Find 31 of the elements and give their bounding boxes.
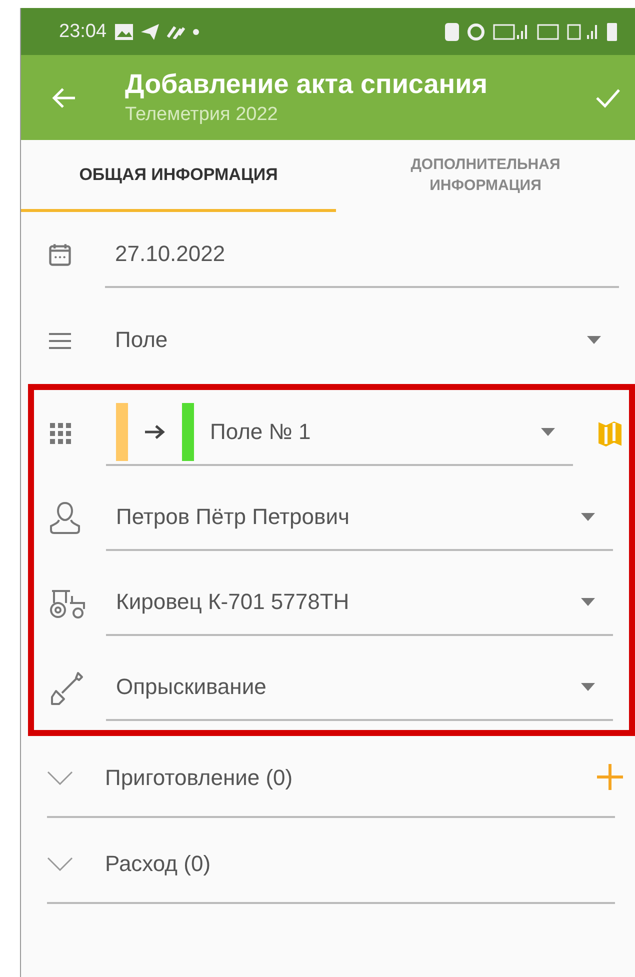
battery-icon	[607, 22, 617, 40]
person-icon	[48, 500, 82, 536]
grid-icon	[48, 420, 72, 444]
back-arrow-icon[interactable]	[51, 86, 77, 110]
section-title: Расход (0)	[105, 851, 211, 877]
arrow-icon	[144, 424, 166, 440]
tab[interactable]: ОБЩАЯ ИНФОРМАЦИЯ	[21, 140, 336, 212]
dropdown-caret-icon	[581, 512, 595, 520]
dropdown-caret-icon	[581, 598, 595, 606]
map-icon[interactable]	[597, 418, 623, 446]
screen-title: Добавление акта списания	[125, 69, 488, 100]
dropdown-field[interactable]: Опрыскивание	[106, 654, 613, 720]
dropdown-field[interactable]: Поле № 1	[106, 400, 573, 466]
dropdown-field[interactable]: Кировец К-701 5778ТН	[106, 570, 613, 636]
dropdown-field[interactable]: Поле	[105, 308, 619, 374]
menu-icon	[47, 331, 73, 351]
chevron-down-icon[interactable]	[47, 771, 73, 785]
dropdown-caret-icon	[587, 336, 601, 344]
chevron-down-icon[interactable]	[47, 857, 73, 871]
dropdown-caret-icon	[541, 428, 555, 436]
dot-icon	[192, 28, 199, 34]
image-icon	[114, 24, 133, 40]
dropdown-field[interactable]: Петров Пётр Петрович	[106, 484, 613, 550]
section-title: Приготовление (0)	[105, 765, 293, 791]
calendar-icon	[47, 242, 73, 268]
send-icon	[140, 24, 159, 40]
dropdown-caret-icon	[581, 682, 595, 690]
date-field[interactable]: 27.10.2022	[105, 222, 619, 288]
screen-subtitle: Телеметрия 2022	[125, 104, 279, 126]
status-time: 23:04	[59, 20, 107, 42]
checkmark-icon[interactable]	[595, 88, 621, 108]
